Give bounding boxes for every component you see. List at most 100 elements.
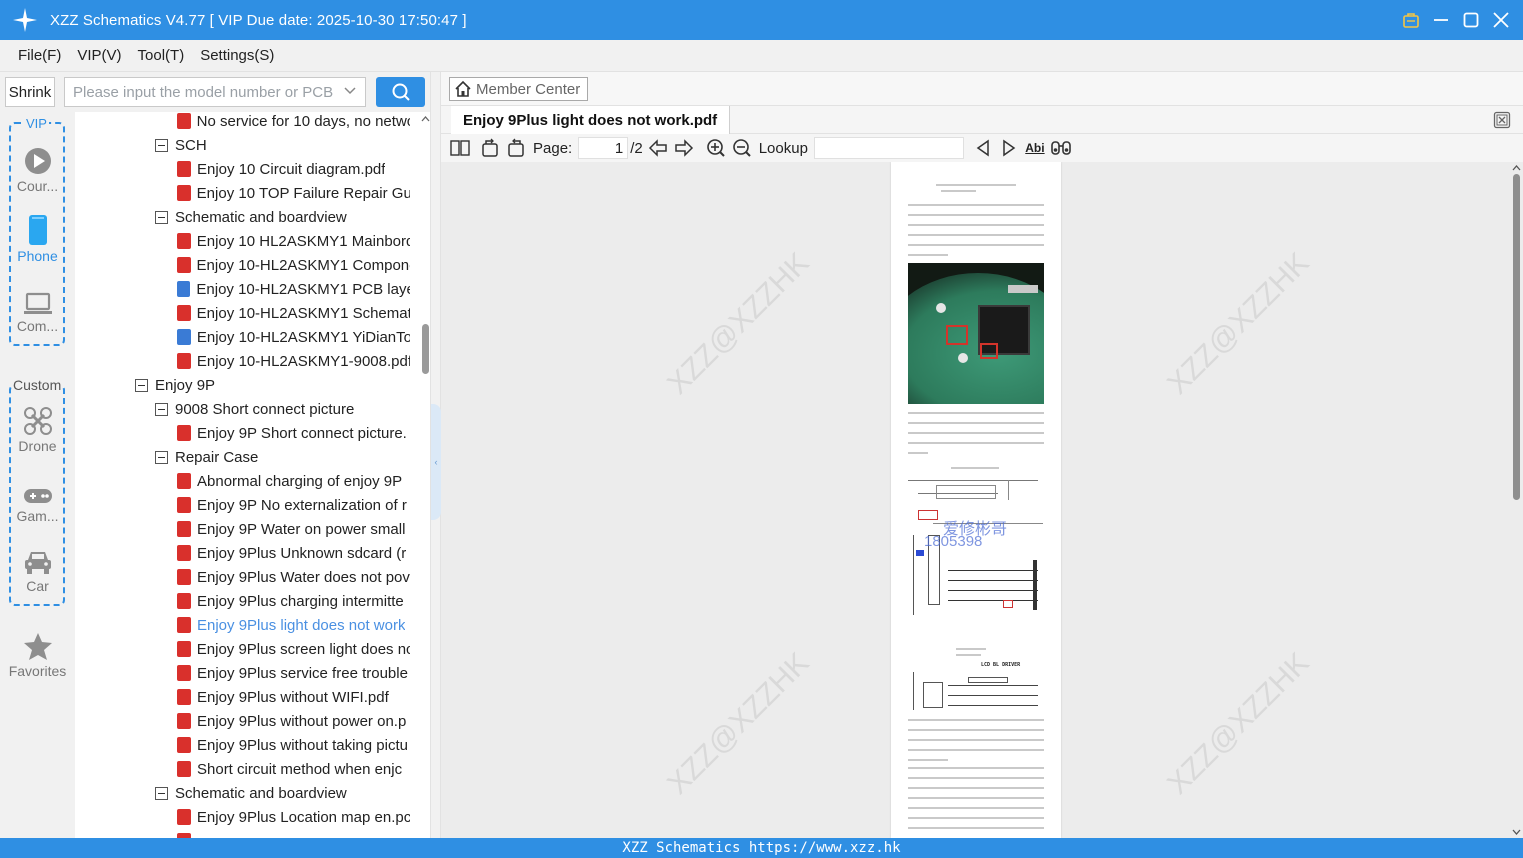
- tree-item[interactable]: Enjoy 10 Circuit diagram.pdf: [177, 157, 410, 181]
- tree-item[interactable]: Enjoy 9P Water on power small: [177, 517, 410, 541]
- tree-item-label: Enjoy 9Plus Water does not pov: [197, 568, 410, 586]
- tree-scroll-thumb[interactable]: [422, 324, 429, 374]
- pdf-file-icon: [177, 617, 191, 633]
- tree-item[interactable]: Abnormal charging of enjoy 9P: [177, 469, 410, 493]
- search-button[interactable]: [376, 77, 425, 107]
- tree-item[interactable]: [177, 829, 410, 838]
- tree-item[interactable]: Short circuit method when enjc: [177, 757, 410, 781]
- binoculars-icon[interactable]: [1048, 135, 1074, 161]
- page-number-field[interactable]: 1: [578, 137, 629, 159]
- rotate-left-icon[interactable]: [477, 135, 503, 161]
- tree-scrollbar[interactable]: [420, 112, 430, 838]
- viewer-scroll-thumb[interactable]: [1513, 174, 1520, 500]
- tree-folder[interactable]: Enjoy 9P: [135, 373, 410, 397]
- tree-item[interactable]: Enjoy 10-HL2ASKMY1 PCB layer: [177, 277, 410, 301]
- collapse-panel-handle[interactable]: ‹: [431, 404, 441, 520]
- tree-item[interactable]: Enjoy 9P No externalization of r: [177, 493, 410, 517]
- zoom-in-icon[interactable]: [703, 135, 729, 161]
- member-center-button[interactable]: Member Center: [449, 77, 588, 101]
- collapse-toggle-icon[interactable]: [155, 450, 168, 464]
- tree-folder[interactable]: 9008 Short connect picture: [155, 397, 410, 421]
- tree-item-selected[interactable]: Enjoy 9Plus light does not work: [177, 613, 410, 637]
- tree-item[interactable]: Enjoy 10-HL2ASKMY1-9008.pdf: [177, 349, 410, 373]
- watermark: XZZ@XZZHK: [661, 246, 816, 401]
- match-case-button[interactable]: Abi: [1022, 135, 1048, 161]
- collapse-toggle-icon[interactable]: [135, 378, 148, 392]
- pdf-file-icon: [177, 809, 191, 825]
- tree-item-label: Enjoy 10 HL2ASKMY1 Mainbord: [196, 232, 410, 250]
- collapse-toggle-icon[interactable]: [155, 402, 168, 416]
- rotate-right-icon[interactable]: [503, 135, 529, 161]
- rail-item-computer[interactable]: Com...: [0, 282, 75, 334]
- dual-page-icon[interactable]: [447, 135, 473, 161]
- pdf-file-icon: [177, 545, 191, 561]
- tree-item[interactable]: Enjoy 9Plus without WIFI.pdf: [177, 685, 410, 709]
- tree-item[interactable]: Enjoy 9Plus Water does not pov: [177, 565, 410, 589]
- search-input[interactable]: Please input the model number or PCB: [64, 77, 366, 107]
- watermark: XZZ@XZZHK: [661, 646, 816, 801]
- collapse-toggle-icon[interactable]: [155, 138, 168, 152]
- custom-group-label: Custom: [12, 377, 63, 393]
- tree-item[interactable]: Enjoy 9Plus Location map en.pc: [177, 805, 410, 829]
- lookup-input[interactable]: [813, 137, 964, 159]
- menu-settings[interactable]: Settings(S): [192, 47, 282, 64]
- rail-item-drone[interactable]: Drone: [0, 402, 75, 454]
- tree-item-label: Enjoy 9Plus service free trouble: [197, 664, 408, 682]
- tab-document[interactable]: Enjoy 9Plus light does not work.pdf: [451, 106, 731, 134]
- menu-vip[interactable]: VIP(V): [69, 47, 129, 64]
- tree-item[interactable]: Enjoy 10-HL2ASKMY1 YiDianTo: [177, 325, 410, 349]
- tree-item-label: Enjoy 10 Circuit diagram.pdf: [197, 160, 386, 178]
- tree-item[interactable]: Enjoy 9Plus screen light does nc: [177, 637, 410, 661]
- tree-item-label: Enjoy 9Plus without taking pictu: [197, 736, 408, 754]
- collapse-toggle-icon[interactable]: [155, 786, 168, 800]
- find-prev-icon[interactable]: [970, 135, 996, 161]
- tree-item-label: Enjoy 9P Water on power small: [197, 520, 406, 538]
- tree-item[interactable]: Enjoy 10-HL2ASKMY1 Compone: [177, 253, 410, 277]
- app-logo-icon: [0, 0, 50, 40]
- find-next-icon[interactable]: [996, 135, 1022, 161]
- rail-item-phone[interactable]: Phone: [0, 212, 75, 264]
- tree-item[interactable]: Enjoy 10-HL2ASKMY1 Schemati: [177, 301, 410, 325]
- scroll-down-icon: [1512, 829, 1521, 835]
- pdf-file-icon: [177, 737, 191, 753]
- pdf-file-icon: [177, 761, 191, 777]
- tree-folder[interactable]: Repair Case: [155, 445, 410, 469]
- prev-page-icon[interactable]: [645, 135, 671, 161]
- menu-file[interactable]: File(F): [10, 47, 69, 64]
- tree-item[interactable]: Enjoy 10 HL2ASKMY1 Mainbord: [177, 229, 410, 253]
- panel-splitter[interactable]: ‹: [430, 72, 441, 838]
- next-page-icon[interactable]: [671, 135, 697, 161]
- tree-item[interactable]: Enjoy 9P Short connect picture.: [177, 421, 410, 445]
- tree-item[interactable]: Enjoy 9Plus without taking pictu: [177, 733, 410, 757]
- rail-item-game[interactable]: Gam...: [0, 472, 75, 524]
- shrink-button[interactable]: Shrink: [5, 77, 55, 107]
- collapse-toggle-icon[interactable]: [155, 210, 168, 224]
- chevron-down-icon[interactable]: [343, 84, 357, 102]
- tree-item-label: Enjoy 10-HL2ASKMY1 YiDianTo: [196, 328, 410, 346]
- tree-item[interactable]: Enjoy 9Plus Unknown sdcard (r: [177, 541, 410, 565]
- minimize-button[interactable]: [1429, 8, 1453, 32]
- pcb-file-icon: [177, 329, 191, 345]
- tree-item[interactable]: Enjoy 9Plus service free trouble: [177, 661, 410, 685]
- rail-item-favorites[interactable]: Favorites: [0, 627, 75, 679]
- tree-item[interactable]: Enjoy 10 TOP Failure Repair Gui: [177, 181, 410, 205]
- tree-folder[interactable]: Schematic and boardview: [155, 781, 410, 805]
- close-all-tabs-icon[interactable]: [1493, 111, 1511, 129]
- maximize-button[interactable]: [1459, 8, 1483, 32]
- tree-item[interactable]: Enjoy 9Plus charging intermitte: [177, 589, 410, 613]
- close-button[interactable]: [1489, 8, 1513, 32]
- page-total: /2: [630, 139, 643, 157]
- rail-item-course[interactable]: Cour...: [0, 142, 75, 194]
- vip-bag-icon[interactable]: [1399, 8, 1423, 32]
- tree-folder[interactable]: SCH: [155, 133, 410, 157]
- menu-tool[interactable]: Tool(T): [130, 47, 193, 64]
- tree-item-label: Enjoy 9Plus Unknown sdcard (r: [197, 544, 407, 562]
- viewer-scrollbar[interactable]: [1510, 162, 1523, 838]
- pdf-viewer[interactable]: XZZ@XZZHK XZZ@XZZHK XZZ@XZZHK XZZ@XZZHK: [441, 162, 1523, 838]
- rail-item-label: Phone: [17, 248, 58, 264]
- zoom-out-icon[interactable]: [729, 135, 755, 161]
- tree-item[interactable]: No service for 10 days, no netwo: [177, 112, 410, 133]
- rail-item-car[interactable]: Car: [0, 542, 75, 594]
- tree-folder[interactable]: Schematic and boardview: [155, 205, 410, 229]
- tree-item[interactable]: Enjoy 9Plus without power on.p: [177, 709, 410, 733]
